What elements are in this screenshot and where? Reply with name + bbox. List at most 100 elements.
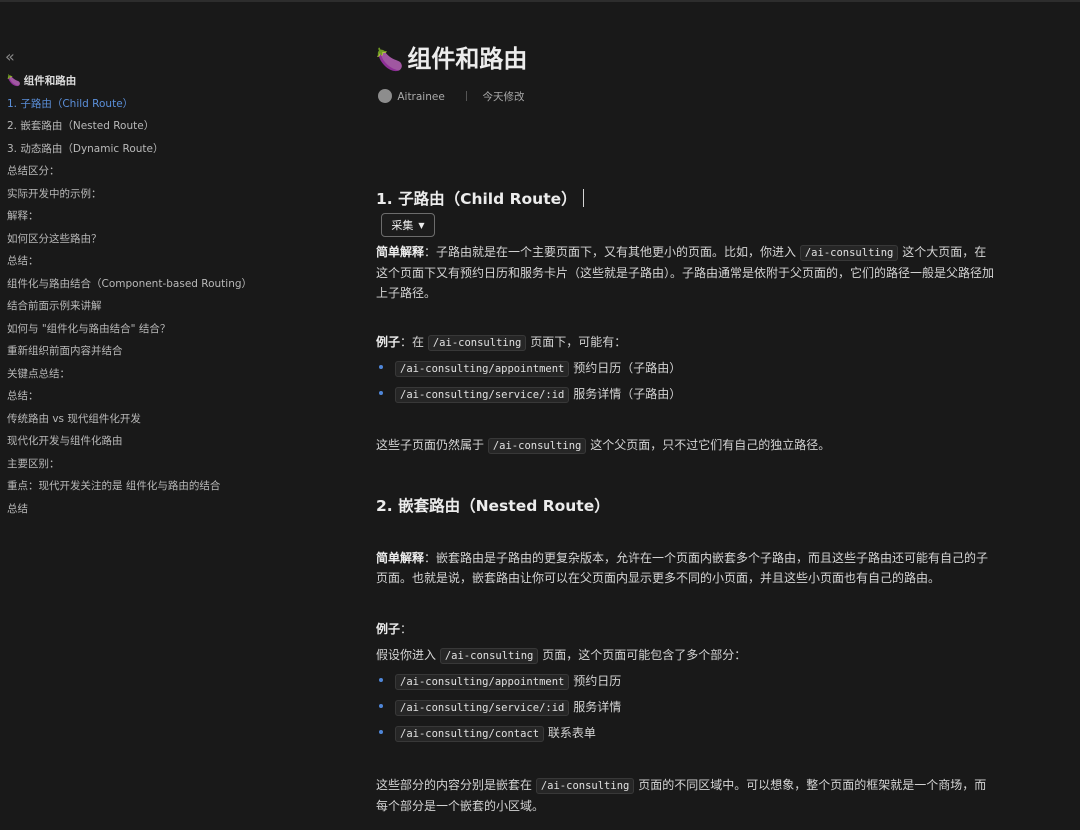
collect-button[interactable]: 采集 ▼ bbox=[381, 213, 435, 237]
paragraph-child-route-explain: 简单解释：子路由就是在一个主要页面下，又有其他更小的页面。比如，你进入 /ai-… bbox=[376, 242, 994, 303]
toc-item[interactable]: 总结： bbox=[7, 250, 297, 273]
paragraph-child-example: 例子：在 /ai-consulting 页面下，可能有： bbox=[376, 332, 994, 353]
text: 页面下，可能有： bbox=[530, 335, 627, 349]
text: ：子路由就是在一个主要页面下，又有其他更小的页面。比如，你进入 bbox=[424, 245, 797, 259]
bullet-dot bbox=[379, 730, 383, 734]
toc-item[interactable]: 总结区分： bbox=[7, 160, 297, 183]
avatar[interactable] bbox=[378, 89, 392, 103]
toc-item-label: 组件化与路由结合（Component-based Routing） bbox=[7, 277, 253, 290]
toc-item-label: 实际开发中的示例： bbox=[7, 187, 102, 200]
toc-item[interactable]: 总结 bbox=[7, 498, 297, 521]
label-simple-explain: 简单解释 bbox=[376, 551, 425, 565]
heading-child-route: 1. 子路由（Child Route） bbox=[376, 188, 584, 210]
toc-item-label: 关键点总结： bbox=[7, 367, 70, 380]
toc-item-label: 解释： bbox=[7, 210, 39, 222]
toc-item-label: 结合前面示例来讲解 bbox=[7, 300, 102, 312]
label-example: 例子 bbox=[376, 335, 401, 349]
toc-item-label: 重点：现代开发关注的是 组件化与路由的结合 bbox=[7, 480, 221, 492]
text: 服务详情（子路由） bbox=[573, 387, 682, 401]
toc-item-label: 传统路由 vs 现代组件化开发 bbox=[7, 412, 141, 425]
author-name[interactable]: Aitrainee bbox=[397, 91, 444, 103]
bullet-dot bbox=[379, 704, 383, 708]
text: 联系表单 bbox=[547, 726, 596, 740]
toc-item-label: 如何区分这些路由？ bbox=[7, 232, 102, 245]
bullet-dot bbox=[379, 391, 383, 395]
toc-item-label: 1. 子路由（Child Route） bbox=[7, 97, 134, 110]
paragraph-nested-explain: 简单解释：嵌套路由是子路由的更复杂版本，允许在一个页面内嵌套多个子路由，而且这些… bbox=[376, 548, 994, 588]
toc-item-label: 如何与 "组件化与路由结合" 结合？ bbox=[7, 322, 171, 335]
eggplant-icon: 🍆 bbox=[7, 74, 21, 87]
list-item: /ai-consulting/service/:id 服务详情（子路由） bbox=[376, 384, 681, 405]
text: 这些子页面仍然属于 bbox=[376, 438, 485, 452]
inline-code: /ai-consulting/contact bbox=[395, 726, 545, 742]
text: ：嵌套路由是子路由的更复杂版本，允许在一个页面内嵌套多个子路由，而且这些子路由还… bbox=[376, 551, 989, 585]
inline-code: /ai-consulting bbox=[799, 245, 899, 261]
table-of-contents: 🍆 组件和路由 1. 子路由（Child Route） 2. 嵌套路由（Nested … bbox=[7, 70, 297, 520]
label-simple-explain: 简单解释 bbox=[376, 245, 425, 259]
page-title: 🍆 组件和路由 bbox=[376, 42, 527, 78]
inline-code: /ai-consulting/service/:id bbox=[395, 387, 570, 403]
page-meta: Aitrainee 今天修改 bbox=[378, 89, 525, 104]
toc-item[interactable]: 重点：现代开发关注的是 组件化与路由的结合 bbox=[7, 475, 297, 498]
toc-item-label: 总结 bbox=[7, 502, 28, 515]
inline-code: /ai-consulting bbox=[427, 335, 527, 351]
toc-item-label: 3. 动态路由（Dynamic Route） bbox=[7, 142, 164, 155]
toc-item[interactable]: 主要区别： bbox=[7, 453, 297, 476]
toc-item[interactable]: 关键点总结： bbox=[7, 363, 297, 386]
toc-item[interactable]: 2. 嵌套路由（Nested Route） bbox=[7, 115, 297, 138]
toc-item-label: 总结区分： bbox=[7, 165, 60, 177]
modified-time: 今天修改 bbox=[482, 91, 525, 103]
toc-item-label: 现代化开发与组件化路由 bbox=[7, 435, 123, 447]
window-top-border bbox=[0, 0, 1080, 2]
collect-label: 采集 bbox=[391, 219, 414, 232]
text: ： bbox=[400, 622, 413, 636]
inline-code: /ai-consulting/appointment bbox=[395, 361, 570, 377]
toc-item[interactable]: 解释： bbox=[7, 205, 297, 228]
text: 服务详情 bbox=[573, 700, 622, 714]
list-item: /ai-consulting/service/:id 服务详情 bbox=[376, 697, 621, 718]
toc-item-label: 重新组织前面内容并结合 bbox=[7, 345, 123, 357]
toc-item-label: 2. 嵌套路由（Nested Route） bbox=[7, 120, 155, 132]
page-title-text: 组件和路由 bbox=[407, 45, 528, 73]
toc-item[interactable]: 1. 子路由（Child Route） bbox=[7, 93, 297, 116]
text: 这些部分的内容分别是嵌套在 bbox=[376, 778, 533, 792]
toc-item[interactable]: 组件化与路由结合（Component-based Routing） bbox=[7, 273, 297, 296]
text: 页面，这个页面可能包含了多个部分： bbox=[542, 648, 747, 662]
list-item: /ai-consulting/contact 联系表单 bbox=[376, 723, 596, 744]
list-item: /ai-consulting/appointment 预约日历（子路由） bbox=[376, 358, 681, 379]
paragraph-nested-example: 例子： bbox=[376, 619, 994, 639]
toc-item[interactable]: 现代化开发与组件化路由 bbox=[7, 430, 297, 453]
toc-item[interactable]: 传统路由 vs 现代组件化开发 bbox=[7, 408, 297, 431]
collapse-sidebar-icon[interactable]: « bbox=[5, 48, 15, 66]
text-cursor bbox=[582, 189, 584, 207]
toc-item[interactable]: 如何与 "组件化与路由结合" 结合？ bbox=[7, 318, 297, 341]
text: 预约日历（子路由） bbox=[573, 361, 682, 375]
label-example: 例子 bbox=[376, 622, 401, 636]
text: 预约日历 bbox=[573, 674, 622, 688]
inline-code: /ai-consulting/service/:id bbox=[395, 700, 570, 716]
toc-item[interactable]: 重新组织前面内容并结合 bbox=[7, 340, 297, 363]
list-item: /ai-consulting/appointment 预约日历 bbox=[376, 671, 621, 692]
toc-item[interactable]: 实际开发中的示例： bbox=[7, 183, 297, 206]
heading-text: 1. 子路由（Child Route） bbox=[376, 190, 577, 208]
dropdown-triangle-icon: ▼ bbox=[418, 220, 425, 230]
toc-item-label: 总结： bbox=[7, 255, 39, 267]
toc-item-title[interactable]: 🍆 组件和路由 bbox=[7, 70, 297, 93]
paragraph-nested-assume: 假设你进入 /ai-consulting 页面，这个页面可能包含了多个部分： bbox=[376, 645, 994, 666]
paragraph-child-note: 这些子页面仍然属于 /ai-consulting 这个父页面，只不过它们有自己的… bbox=[376, 435, 994, 456]
meta-divider bbox=[466, 91, 468, 101]
toc-item[interactable]: 3. 动态路由（Dynamic Route） bbox=[7, 138, 297, 161]
toc-item[interactable]: 总结： bbox=[7, 385, 297, 408]
heading-nested-route: 2. 嵌套路由（Nested Route） bbox=[376, 497, 610, 515]
inline-code: /ai-consulting bbox=[439, 648, 539, 664]
toc-item[interactable]: 如何区分这些路由？ bbox=[7, 228, 297, 251]
inline-code: /ai-consulting bbox=[535, 778, 635, 794]
text: 这个父页面，只不过它们有自己的独立路径。 bbox=[590, 438, 831, 452]
bullet-dot bbox=[379, 678, 383, 682]
toc-item[interactable]: 结合前面示例来讲解 bbox=[7, 295, 297, 318]
toc-item-label: 组件和路由 bbox=[23, 75, 77, 87]
bullet-dot bbox=[379, 365, 383, 369]
text: 假设你进入 bbox=[376, 648, 437, 662]
inline-code: /ai-consulting/appointment bbox=[395, 674, 570, 690]
text: ：在 bbox=[400, 335, 425, 349]
